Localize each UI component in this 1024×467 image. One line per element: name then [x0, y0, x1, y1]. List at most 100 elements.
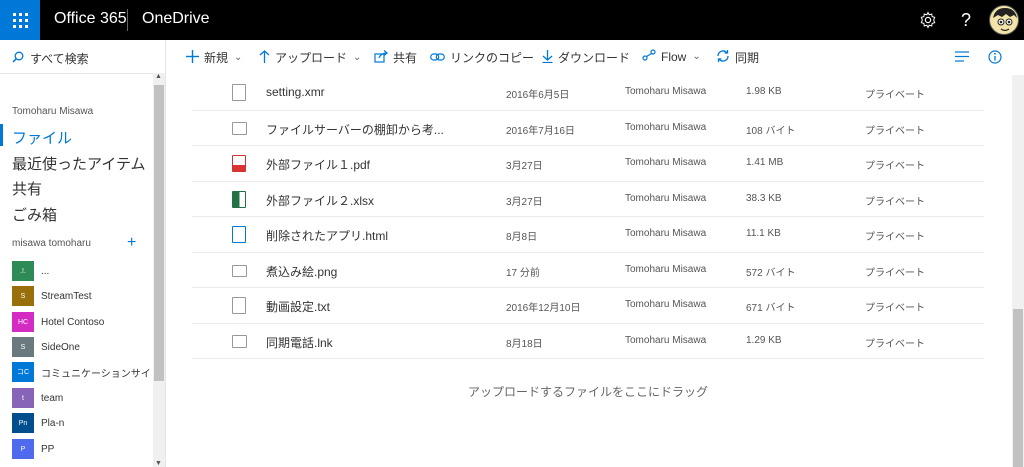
file-sharing: プライベート: [865, 161, 925, 172]
divider: [0, 73, 165, 74]
file-size: 38.3 KB: [746, 192, 782, 204]
gear-icon[interactable]: [916, 8, 940, 32]
file-owner: Tomoharu Misawa: [625, 121, 707, 133]
file-row[interactable]: 削除されたアプリ.html 8月8日 Tomoharu Misawa 11.1 …: [192, 217, 984, 253]
file-size: 1.29 KB: [746, 334, 782, 346]
view-options-icon[interactable]: [955, 51, 969, 62]
file-modified: 3月27日: [506, 196, 543, 208]
avatar[interactable]: [989, 5, 1019, 35]
file-list: setting.xmr 2016年6月5日 Tomoharu Misawa 1.…: [192, 75, 984, 359]
file-size: 572 バイト: [746, 267, 796, 279]
help-icon[interactable]: ?: [954, 8, 978, 32]
scroll-up-icon[interactable]: ▲: [155, 73, 162, 80]
file-owner: Tomoharu Misawa: [625, 299, 707, 310]
sync-label: 同期: [735, 51, 760, 65]
search-box[interactable]: すべて検索: [12, 50, 89, 67]
copy-link-label: リンクのコピー: [450, 51, 535, 65]
file-owner: Tomoharu Misawa: [625, 334, 707, 346]
chevron-down-icon: ⌄: [692, 51, 701, 62]
file-modified: 17 分前: [506, 267, 540, 279]
file-row[interactable]: 同期電話.lnk 8月18日 Tomoharu Misawa 1.29 KB プ…: [192, 324, 984, 359]
left-scrollbar[interactable]: ▲ ▼: [153, 73, 165, 467]
site-item[interactable]: t team: [12, 388, 63, 408]
file-row[interactable]: ファイルサーバーの棚卸から考... 2016年7月16日 Tomoharu Mi…: [192, 111, 984, 146]
link-file-icon: [232, 121, 247, 135]
info-icon[interactable]: [988, 50, 1002, 64]
main-scrollbar[interactable]: [1012, 75, 1024, 467]
site-label: コミュニケーションサイ: [41, 368, 151, 380]
site-item[interactable]: .!. ...: [12, 261, 49, 281]
file-sharing: プライベート: [865, 90, 925, 101]
text-file-icon: [232, 297, 246, 314]
sync-icon: [716, 49, 730, 66]
excel-file-icon: [232, 190, 246, 208]
file-size: 1.98 KB: [746, 86, 782, 97]
copy-link-button[interactable]: リンクのコピー: [430, 49, 534, 66]
nav-item-recycle-bin[interactable]: ごみ箱: [12, 204, 57, 225]
site-tile: t: [12, 388, 34, 408]
file-sharing: プライベート: [865, 232, 925, 243]
upload-button[interactable]: アップロード ⌄: [259, 49, 361, 66]
file-modified: 2016年12月10日: [506, 303, 581, 314]
site-item[interactable]: S SideOne: [12, 337, 80, 357]
scroll-down-icon[interactable]: ▼: [155, 460, 162, 467]
search-label[interactable]: すべて検索: [30, 50, 89, 67]
upload-icon: [259, 49, 270, 66]
site-tile: S: [12, 286, 34, 306]
site-item[interactable]: HC Hotel Contoso: [12, 312, 104, 332]
file-name[interactable]: 外部ファイル２.xlsx: [266, 192, 374, 209]
file-row[interactable]: 外部ファイル１.pdf 3月27日 Tomoharu Misawa 1.41 M…: [192, 146, 984, 182]
site-tile: .!.: [12, 261, 34, 281]
file-modified: 8月18日: [506, 338, 543, 350]
site-item[interactable]: S StreamTest: [12, 286, 92, 306]
site-tile: コC: [12, 362, 34, 382]
file-name[interactable]: 外部ファイル１.pdf: [266, 156, 370, 173]
site-label: team: [41, 392, 64, 404]
site-label: Pla-n: [41, 417, 65, 429]
flow-label: Flow: [661, 49, 687, 64]
file-owner: Tomoharu Misawa: [625, 228, 707, 239]
share-button[interactable]: 共有: [374, 49, 417, 66]
site-item[interactable]: P PP: [12, 439, 54, 459]
site-item[interactable]: Pn Pla-n: [12, 413, 64, 433]
link-icon: [430, 50, 445, 65]
sync-button[interactable]: 同期: [716, 49, 759, 66]
brand-label[interactable]: Office 365: [54, 10, 127, 28]
add-group-icon[interactable]: +: [127, 234, 136, 252]
html-file-icon: [232, 226, 246, 243]
file-size: 108 バイト: [746, 125, 796, 137]
file-size: 1.41 MB: [746, 157, 784, 168]
nav-item-recent[interactable]: 最近使ったアイテム: [12, 153, 146, 174]
new-button[interactable]: 新規 ⌄: [186, 49, 242, 66]
site-item[interactable]: コC コミュニケーションサイ: [12, 362, 151, 382]
file-modified: 2016年7月16日: [506, 125, 575, 137]
file-name[interactable]: ファイルサーバーの棚卸から考...: [266, 121, 444, 138]
file-name[interactable]: 動画設定.txt: [266, 298, 330, 315]
file-owner: Tomoharu Misawa: [625, 157, 707, 168]
share-icon: [374, 49, 388, 66]
file-name[interactable]: 煮込み絵.png: [266, 263, 337, 280]
flow-button[interactable]: Flow ⌄: [642, 49, 701, 64]
top-bar: Office 365 OneDrive ?: [0, 0, 1024, 40]
download-icon: [542, 49, 553, 66]
waffle-icon[interactable]: [0, 0, 40, 40]
file-row[interactable]: 外部ファイル２.xlsx 3月27日 Tomoharu Misawa 38.3 …: [192, 182, 984, 217]
file-name[interactable]: 削除されたアプリ.html: [266, 227, 388, 244]
file-row[interactable]: 煮込み絵.png 17 分前 Tomoharu Misawa 572 バイト プ…: [192, 253, 984, 288]
file-name[interactable]: 同期電話.lnk: [266, 334, 333, 351]
file-row[interactable]: 動画設定.txt 2016年12月10日 Tomoharu Misawa 671…: [192, 288, 984, 324]
file-modified: 2016年6月5日: [506, 90, 570, 101]
active-indicator: [0, 124, 3, 146]
file-row[interactable]: setting.xmr 2016年6月5日 Tomoharu Misawa 1.…: [192, 75, 984, 111]
site-label: SideOne: [41, 341, 80, 353]
download-button[interactable]: ダウンロード: [542, 49, 630, 66]
nav-item-files[interactable]: ファイル: [12, 127, 72, 148]
scroll-thumb[interactable]: [154, 85, 164, 381]
file-sharing: プライベート: [865, 303, 925, 314]
scroll-thumb[interactable]: [1013, 309, 1023, 467]
site-label: ...: [41, 265, 50, 277]
app-name[interactable]: OneDrive: [142, 10, 210, 28]
file-name[interactable]: setting.xmr: [266, 85, 325, 99]
nav-item-shared[interactable]: 共有: [12, 178, 42, 199]
group-heading: misawa tomoharu: [12, 238, 91, 249]
